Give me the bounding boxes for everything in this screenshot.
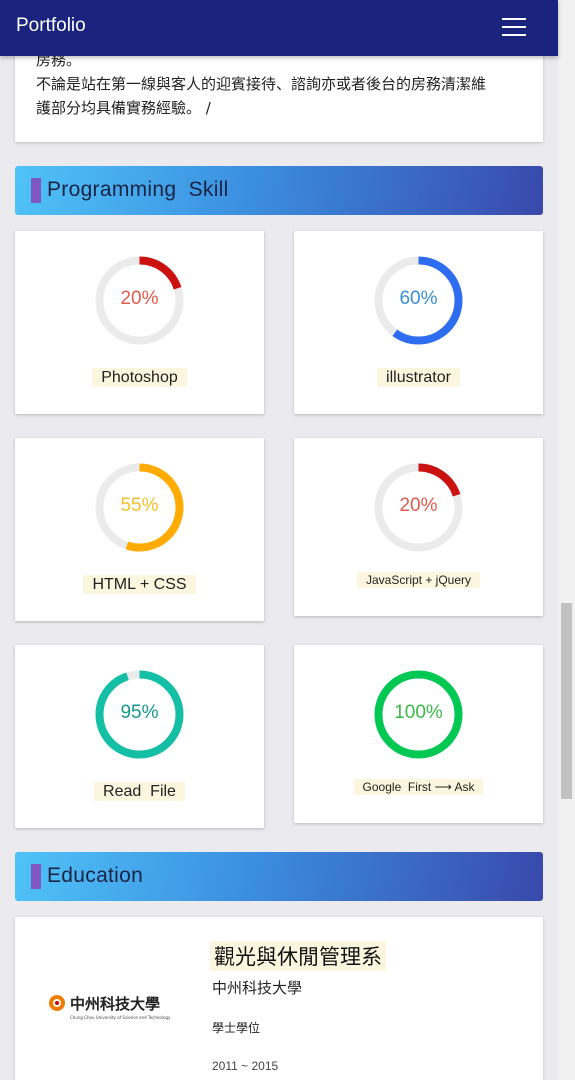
skill-label: Photoshop — [92, 368, 187, 387]
education-degree: 學士學位 — [212, 1021, 261, 1035]
top-navbar: Portfolio — [0, 0, 558, 56]
skill-card-read-file: 95% Read File — [15, 645, 264, 828]
page-scrollbar[interactable] — [558, 0, 575, 1080]
skill-label: Read File — [94, 782, 185, 801]
education-card: 中州科技大學 Chung Chou University of Science … — [15, 917, 543, 1080]
about-line: 不論是站在第一線與客人的迎賓接待、諮詢亦或者後台的房務清潔維 — [36, 75, 487, 93]
skill-card-illustrator: 60% illustrator — [294, 231, 543, 414]
education-department: 觀光與休閒管理系 — [210, 941, 386, 971]
programming-skill-header: Programming Skill — [15, 166, 543, 215]
brand-link[interactable]: Portfolio — [16, 15, 86, 37]
skill-label: illustrator — [377, 368, 460, 387]
skill-percent: 20% — [399, 495, 438, 516]
logo-subtext: Chung Chou University of Science and Tec… — [70, 1015, 171, 1020]
education-years: 2011 ~ 2015 — [212, 1059, 279, 1073]
skill-card-html-css: 55% HTML + CSS — [15, 438, 264, 621]
skill-percent: 95% — [120, 702, 159, 723]
section-marker — [31, 864, 41, 889]
education-header: Education — [15, 852, 543, 901]
section-title: Education — [47, 864, 144, 887]
skill-label: JavaScript + jQuery — [356, 572, 481, 588]
skill-label: Google First ⟶ Ask — [353, 779, 484, 795]
skill-percent: 55% — [120, 495, 159, 516]
logo-text: 中州科技大學 — [70, 995, 160, 1013]
education-school: 中州科技大學 — [212, 979, 303, 997]
skill-card-photoshop: 20% Photoshop — [15, 231, 264, 414]
skill-card-google-first: 100% Google First ⟶ Ask — [294, 645, 543, 823]
section-marker — [31, 178, 41, 203]
skill-percent: 20% — [120, 288, 159, 309]
skill-label: HTML + CSS — [83, 575, 196, 594]
skill-percent: 100% — [394, 702, 443, 723]
section-title: Programming Skill — [47, 178, 229, 201]
skill-percent: 60% — [399, 288, 438, 309]
about-line: 護部分均具備實務經驗。 / — [36, 99, 211, 117]
scrollbar-thumb[interactable] — [561, 603, 572, 799]
university-logo: 中州科技大學 Chung Chou University of Science … — [49, 995, 171, 1020]
skill-card-javascript: 20% JavaScript + jQuery — [294, 438, 543, 616]
hamburger-menu-icon[interactable] — [500, 16, 530, 40]
about-text: 房務。 不論是站在第一線與客人的迎賓接待、諮詢亦或者後台的房務清潔維 護部分均具… — [36, 48, 531, 120]
